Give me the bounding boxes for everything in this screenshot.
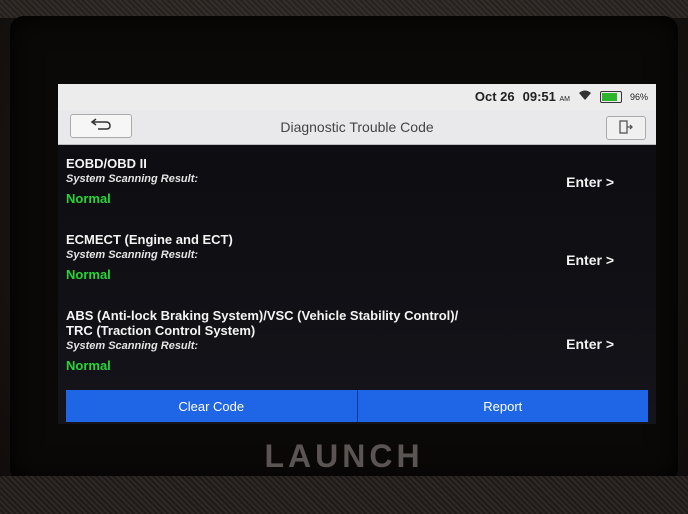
list-item[interactable]: ECMECT (Engine and ECT) System Scanning … bbox=[66, 232, 646, 282]
enter-button[interactable]: Enter > bbox=[566, 174, 614, 190]
battery-percent: 96% bbox=[629, 91, 648, 102]
report-button[interactable]: Report bbox=[357, 390, 648, 422]
list-item[interactable]: EOBD/OBD II System Scanning Result: Norm… bbox=[66, 156, 646, 206]
exit-icon bbox=[619, 119, 633, 137]
status-bar: Oct 26 09:51 AM 96% bbox=[58, 84, 656, 110]
title-bar: Diagnostic Trouble Code bbox=[58, 110, 656, 145]
scan-status: Normal bbox=[66, 191, 111, 206]
battery-icon bbox=[599, 90, 622, 103]
system-name: ECMECT (Engine and ECT) bbox=[66, 232, 233, 247]
exit-button[interactable] bbox=[606, 116, 646, 140]
wifi-icon bbox=[578, 89, 592, 104]
device-body: Oct 26 09:51 AM 96% Diagnostic Trouble C… bbox=[0, 0, 688, 514]
system-name: EOBD/OBD II bbox=[66, 156, 147, 171]
scan-status: Normal bbox=[66, 267, 111, 282]
device-rim-bottom bbox=[0, 476, 688, 514]
enter-button[interactable]: Enter > bbox=[566, 336, 614, 352]
scan-result-label: System Scanning Result: bbox=[66, 340, 199, 352]
scan-result-label: System Scanning Result: bbox=[66, 173, 199, 185]
action-bar: Clear Code Report bbox=[66, 390, 648, 422]
system-name: ABS (Anti-lock Braking System)/VSC (Vehi… bbox=[66, 308, 459, 323]
clear-code-button[interactable]: Clear Code bbox=[66, 390, 358, 422]
scan-result-label: System Scanning Result: bbox=[66, 249, 199, 261]
brand-logo: LAUNCH bbox=[264, 438, 424, 474]
enter-button[interactable]: Enter > bbox=[566, 252, 614, 268]
status-time: 09:51 AM bbox=[522, 89, 570, 104]
system-name-line2: TRC (Traction Control System) bbox=[66, 323, 256, 338]
status-date: Oct 26 bbox=[474, 89, 515, 104]
scan-status: Normal bbox=[66, 358, 111, 373]
list-item[interactable]: ABS (Anti-lock Braking System)/VSC (Vehi… bbox=[66, 308, 646, 373]
screen: Oct 26 09:51 AM 96% Diagnostic Trouble C… bbox=[58, 84, 656, 424]
page-title: Diagnostic Trouble Code bbox=[280, 119, 434, 135]
